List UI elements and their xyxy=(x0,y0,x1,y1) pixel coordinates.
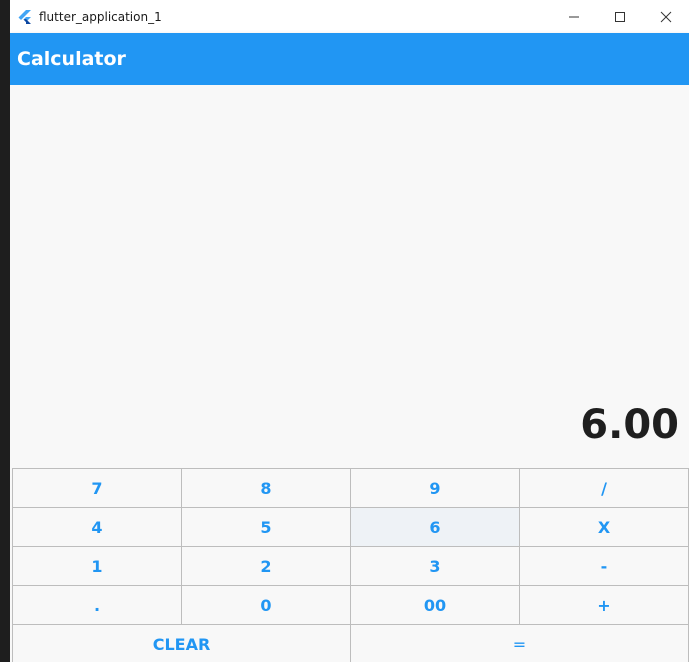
result-text: 6.00 xyxy=(580,402,679,448)
clear-button[interactable]: CLEAR xyxy=(12,624,351,662)
key-4[interactable]: 4 xyxy=(12,507,182,547)
window-controls xyxy=(551,0,689,33)
maximize-button[interactable] xyxy=(597,0,643,33)
key-1[interactable]: 1 xyxy=(12,546,182,586)
key-6[interactable]: 6 xyxy=(350,507,520,547)
app-window: flutter_application_1 Calculator 6.00 7 … xyxy=(10,0,689,662)
close-icon xyxy=(660,11,672,22)
calculator-display: 6.00 xyxy=(10,85,689,468)
background-window-edge xyxy=(0,0,10,662)
key-multiply[interactable]: X xyxy=(519,507,689,547)
key-subtract[interactable]: - xyxy=(519,546,689,586)
keypad: 7 8 9 / 4 5 6 X 1 2 3 - . 0 00 + CLEAR = xyxy=(12,468,689,662)
key-00[interactable]: 00 xyxy=(350,585,520,625)
close-button[interactable] xyxy=(643,0,689,33)
key-3[interactable]: 3 xyxy=(350,546,520,586)
key-8[interactable]: 8 xyxy=(181,468,351,508)
minimize-button[interactable] xyxy=(551,0,597,33)
key-9[interactable]: 9 xyxy=(350,468,520,508)
key-0[interactable]: 0 xyxy=(181,585,351,625)
key-2[interactable]: 2 xyxy=(181,546,351,586)
equals-button[interactable]: = xyxy=(350,624,689,662)
key-decimal[interactable]: . xyxy=(12,585,182,625)
flutter-logo-icon xyxy=(18,9,31,24)
maximize-icon xyxy=(615,11,625,22)
app-bar-title: Calculator xyxy=(17,48,126,70)
key-7[interactable]: 7 xyxy=(12,468,182,508)
window-titlebar: flutter_application_1 xyxy=(10,0,689,33)
key-5[interactable]: 5 xyxy=(181,507,351,547)
app-bar: Calculator xyxy=(10,33,689,85)
window-title: flutter_application_1 xyxy=(39,9,162,24)
key-add[interactable]: + xyxy=(519,585,689,625)
minimize-icon xyxy=(569,16,579,17)
key-divide[interactable]: / xyxy=(519,468,689,508)
